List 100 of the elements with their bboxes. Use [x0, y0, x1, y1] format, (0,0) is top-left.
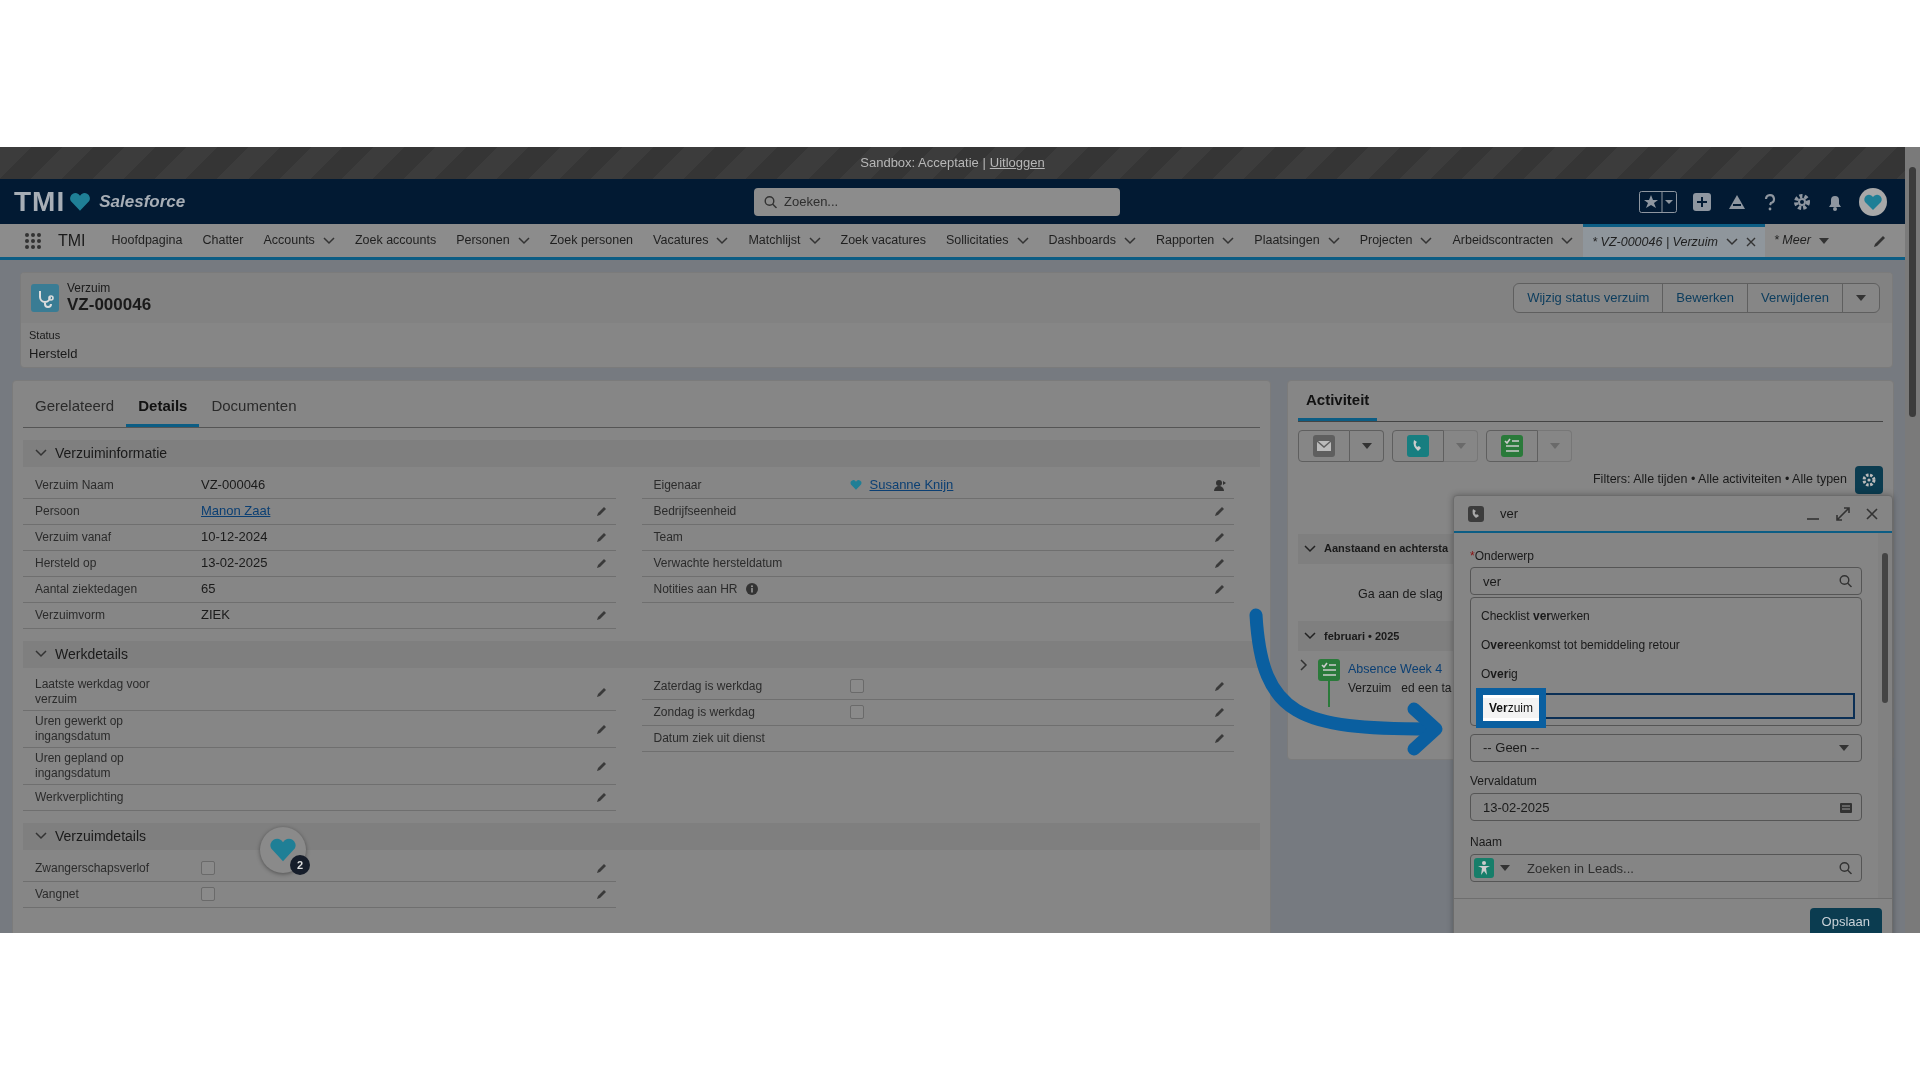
- chevron-right-icon[interactable]: [1298, 659, 1310, 672]
- avatar-icon[interactable]: [1859, 187, 1887, 216]
- pencil-icon[interactable]: [595, 557, 608, 569]
- nav-item[interactable]: Personen: [446, 224, 540, 257]
- nav-item[interactable]: Rapporten: [1145, 224, 1245, 257]
- nav-item[interactable]: Accounts: [253, 224, 345, 257]
- action-button[interactable]: Verwijderen: [1747, 283, 1843, 313]
- chevron-down-icon[interactable]: [35, 648, 47, 660]
- nav-item[interactable]: Chatter: [192, 224, 254, 257]
- chevron-down-icon[interactable]: [1561, 236, 1574, 245]
- chevron-down-icon[interactable]: [35, 447, 47, 459]
- person-link[interactable]: Manon Zaat: [201, 501, 271, 521]
- scrollbar[interactable]: [1905, 147, 1920, 933]
- calendar-icon[interactable]: [1840, 801, 1852, 813]
- owner-link[interactable]: Susanne Knijn: [869, 475, 954, 495]
- task-button[interactable]: [1486, 429, 1538, 462]
- chevron-down-icon[interactable]: [322, 236, 335, 245]
- pencil-icon[interactable]: [595, 791, 608, 803]
- caret-down-icon[interactable]: [1818, 237, 1829, 244]
- pencil-icon[interactable]: [1214, 531, 1226, 543]
- nav-tab[interactable]: * VZ-000046 | Verzuim: [1583, 224, 1765, 257]
- nav-item[interactable]: Arbeidscontracten: [1442, 224, 1584, 257]
- nav-item[interactable]: Sollicitaties: [936, 224, 1039, 257]
- chevron-down-icon[interactable]: [1726, 238, 1738, 246]
- pencil-icon[interactable]: [595, 531, 608, 543]
- chevron-down-icon[interactable]: [1420, 236, 1433, 245]
- task-link[interactable]: Absence Week 4: [1348, 662, 1443, 677]
- search-field[interactable]: Zoeken...: [754, 187, 1120, 216]
- pencil-icon[interactable]: [1214, 583, 1226, 595]
- chevron-down-icon[interactable]: [35, 830, 47, 842]
- pencil-icon[interactable]: [595, 759, 608, 772]
- nav-item[interactable]: Zoek accounts: [344, 224, 447, 257]
- help-icon[interactable]: [1763, 192, 1777, 211]
- lead-search-field[interactable]: Zoeken in Leads...: [1470, 854, 1862, 882]
- subject-field[interactable]: ver: [1470, 567, 1862, 595]
- caret-down-icon[interactable]: [1361, 442, 1372, 449]
- checkbox[interactable]: [849, 705, 864, 719]
- date-field[interactable]: 13-02-2025: [1470, 793, 1862, 821]
- filter-settings-button[interactable]: [1855, 465, 1883, 494]
- pencil-icon[interactable]: [1214, 732, 1226, 744]
- detail-tab[interactable]: Details: [126, 385, 200, 427]
- nav-item[interactable]: Dashboards: [1038, 224, 1146, 257]
- close-icon[interactable]: [1866, 507, 1878, 520]
- logout-link[interactable]: Uitloggen: [989, 153, 1045, 173]
- favorites-icon[interactable]: [1639, 190, 1677, 213]
- nav-item[interactable]: Hoofdpagina: [101, 224, 193, 257]
- close-icon[interactable]: [1746, 237, 1756, 247]
- edit-nav-icon[interactable]: [1873, 233, 1887, 248]
- expand-icon[interactable]: [1836, 506, 1850, 521]
- checkbox[interactable]: [201, 887, 215, 901]
- change-owner-icon[interactable]: [1214, 479, 1226, 491]
- checkbox[interactable]: [201, 861, 215, 875]
- detail-tab[interactable]: Documenten: [199, 385, 309, 427]
- nav-tab[interactable]: * Meer: [1765, 224, 1838, 257]
- more-actions-button[interactable]: [1842, 283, 1880, 313]
- dropdown-option[interactable]: Checklist verwerken: [1471, 602, 1861, 631]
- chevron-down-icon[interactable]: [517, 236, 530, 245]
- pencil-icon[interactable]: [1214, 505, 1226, 517]
- save-button[interactable]: Opslaan: [1809, 907, 1882, 933]
- dropdown-button[interactable]: [1350, 429, 1384, 462]
- dropdown-option[interactable]: Overig: [1471, 660, 1861, 689]
- chevron-down-icon[interactable]: [1327, 236, 1340, 245]
- pencil-icon[interactable]: [595, 505, 608, 517]
- dropdown-option[interactable]: Overeenkomst tot bemiddeling retour: [1471, 631, 1861, 660]
- pencil-icon[interactable]: [1214, 557, 1226, 569]
- caret-down-icon[interactable]: [1500, 865, 1510, 871]
- pencil-icon[interactable]: [1214, 706, 1226, 718]
- pencil-icon[interactable]: [595, 888, 608, 900]
- pencil-icon[interactable]: [1214, 680, 1226, 692]
- select-field[interactable]: -- Geen --: [1470, 734, 1862, 762]
- nav-item[interactable]: Vacatures: [643, 224, 739, 257]
- chevron-down-icon[interactable]: [1304, 542, 1316, 555]
- person-icon[interactable]: [1474, 858, 1494, 878]
- nav-item[interactable]: Projecten: [1349, 224, 1443, 257]
- chevron-down-icon[interactable]: [716, 236, 729, 245]
- activity-tab[interactable]: Activiteit: [1298, 385, 1378, 421]
- add-icon[interactable]: [1693, 192, 1711, 211]
- pencil-icon[interactable]: [595, 722, 608, 735]
- nav-item[interactable]: Matchlijst: [738, 224, 831, 257]
- action-button[interactable]: Bewerken: [1662, 283, 1749, 313]
- pencil-icon[interactable]: [595, 685, 608, 698]
- call-button[interactable]: [1392, 429, 1444, 462]
- chevron-down-icon[interactable]: [1016, 236, 1029, 245]
- nav-item[interactable]: Zoek personen: [539, 224, 644, 257]
- nav-item[interactable]: Zoek vacatures: [830, 224, 936, 257]
- caret-down-icon[interactable]: [1856, 295, 1866, 301]
- scrollbar[interactable]: [1878, 533, 1892, 898]
- action-button[interactable]: Wijzig status verzuim: [1513, 283, 1664, 313]
- app-launcher-icon[interactable]: [24, 231, 42, 250]
- nav-item[interactable]: Plaatsingen: [1244, 224, 1350, 257]
- caret-down-icon[interactable]: [1839, 745, 1849, 751]
- chevron-down-icon[interactable]: [808, 236, 821, 245]
- settings-icon[interactable]: [1793, 192, 1811, 211]
- chevron-down-icon[interactable]: [1222, 236, 1235, 245]
- chevron-down-icon[interactable]: [1123, 236, 1136, 245]
- pencil-icon[interactable]: [595, 609, 608, 621]
- email-button[interactable]: [1298, 429, 1350, 462]
- checkbox[interactable]: [849, 679, 864, 693]
- detail-tab[interactable]: Gerelateerd: [23, 385, 127, 427]
- pencil-icon[interactable]: [595, 862, 608, 874]
